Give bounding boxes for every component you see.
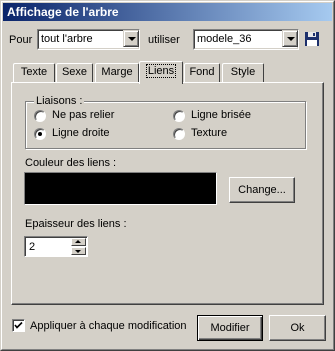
utiliser-label: utiliser <box>148 34 180 46</box>
spin-up-button[interactable] <box>71 238 86 246</box>
model-dropdown-button[interactable] <box>282 30 298 47</box>
epaisseur-value: 2 <box>29 241 36 253</box>
chevron-down-icon <box>128 37 136 41</box>
pour-dropdown-button[interactable] <box>123 30 139 47</box>
epaisseur-spinner[interactable]: 2 <box>24 236 88 257</box>
model-select[interactable]: modele_36 <box>193 29 299 50</box>
radio-ne-pas-relier[interactable] <box>34 110 46 122</box>
epaisseur-label: Epaisseur des liens : <box>25 218 127 230</box>
liaisons-legend: Liaisons : <box>34 94 85 108</box>
tab-liens[interactable]: Liens <box>139 61 183 84</box>
tab-marge[interactable]: Marge <box>95 63 139 82</box>
chevron-down-icon <box>287 37 295 41</box>
tab-fond[interactable]: Fond <box>184 63 220 82</box>
pour-label: Pour <box>9 34 33 46</box>
radio-texture[interactable] <box>173 128 185 140</box>
radio-label-ligne-brisee: Ligne brisée <box>191 109 251 121</box>
ok-button[interactable]: Ok <box>269 315 326 341</box>
dialog-window: Affichage de l'arbre Pour tout l'arbre u… <box>0 0 335 351</box>
tab-style[interactable]: Style <box>222 63 264 82</box>
arrow-down-icon <box>75 250 81 253</box>
tab-texte[interactable]: Texte <box>13 63 55 82</box>
color-swatch <box>24 172 217 205</box>
couleur-label: Couleur des liens : <box>25 157 117 169</box>
radio-label-texture: Texture <box>191 127 228 139</box>
radio-selected-dot <box>38 132 42 136</box>
apply-checkbox-label: Appliquer à chaque modification <box>30 320 187 332</box>
apply-checkbox[interactable] <box>12 319 25 332</box>
spin-down-button[interactable] <box>71 247 86 255</box>
pour-select-value: tout l'arbre <box>41 33 93 45</box>
title-bar[interactable]: Affichage de l'arbre <box>3 3 332 21</box>
modifier-button[interactable]: Modifier <box>197 315 263 341</box>
pour-select[interactable]: tout l'arbre <box>37 29 140 50</box>
radio-label-ne-pas-relier: Ne pas relier <box>52 109 115 121</box>
tab-sexe[interactable]: Sexe <box>56 63 93 82</box>
arrow-up-icon <box>75 240 81 243</box>
radio-ligne-droite[interactable] <box>34 128 46 140</box>
model-select-value: modele_36 <box>197 33 252 45</box>
save-icon[interactable] <box>304 31 320 47</box>
window-title: Affichage de l'arbre <box>7 5 119 19</box>
radio-ligne-brisee[interactable] <box>173 110 185 122</box>
change-color-button[interactable]: Change... <box>229 177 295 203</box>
checkmark-icon <box>14 321 23 329</box>
radio-label-ligne-droite: Ligne droite <box>52 127 110 139</box>
